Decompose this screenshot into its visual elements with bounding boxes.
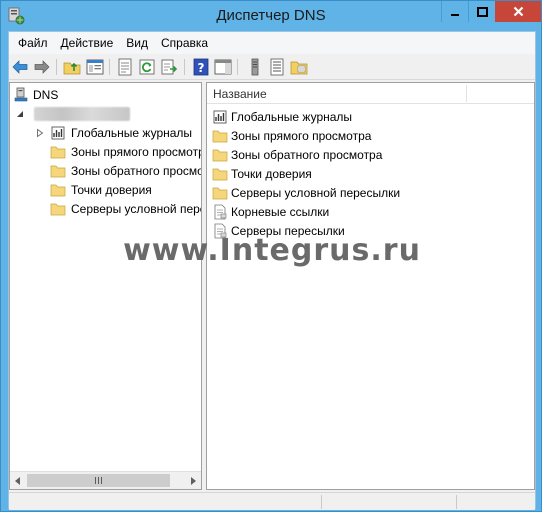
menu-bar: Файл Действие Вид Справка: [9, 32, 535, 54]
collapse-arrow-icon[interactable]: [16, 109, 24, 119]
scroll-left-arrow-icon[interactable]: [12, 475, 24, 487]
folder-icon: [212, 149, 228, 161]
scrollbar-thumb[interactable]: [27, 474, 170, 487]
tree-item-label: Зоны прямого просмотра: [71, 145, 202, 159]
event-log-icon: [51, 126, 65, 140]
folder-icon: [50, 165, 66, 178]
scroll-right-arrow-icon[interactable]: [187, 475, 199, 487]
folder-icon: [212, 187, 228, 199]
tree-item-label: Серверы условной пересылки: [71, 202, 201, 216]
folder-icon: [50, 184, 66, 197]
tree-item-label: Глобальные журналы: [71, 126, 193, 140]
tree-item-global-logs[interactable]: Глобальные журналы: [36, 124, 192, 142]
content-area: DNS Глобальные журналы Зоны прямого прос…: [9, 82, 535, 490]
forward-arrow-icon[interactable]: [33, 58, 51, 76]
properties-icon[interactable]: [116, 58, 134, 76]
help-icon[interactable]: ?: [192, 58, 210, 76]
menu-file[interactable]: Файл: [13, 32, 56, 54]
list-item-global-logs[interactable]: Глобальные журналы: [212, 107, 352, 126]
folder-icon: [212, 168, 228, 180]
folder-zones-icon[interactable]: [290, 58, 308, 76]
list-item-conditional-forwarders[interactable]: Серверы условной пересылки: [212, 183, 400, 202]
scroll-grip-icon: [95, 477, 102, 484]
list-item-label: Глобальные журналы: [231, 109, 353, 124]
redacted-host-name: [34, 107, 130, 121]
folder-icon: [212, 130, 228, 142]
close-icon: [513, 6, 523, 17]
minimize-icon: [451, 13, 459, 16]
column-header-row: Название: [207, 83, 534, 104]
toolbar-separator: [184, 59, 185, 75]
column-divider[interactable]: [466, 85, 467, 102]
up-folder-icon[interactable]: [63, 58, 81, 76]
list-item-label: Точки доверия: [231, 166, 312, 181]
horizontal-scrollbar[interactable]: [10, 471, 201, 489]
list-item-forward-zones[interactable]: Зоны прямого просмотра: [212, 126, 371, 145]
back-arrow-icon[interactable]: [11, 58, 29, 76]
menu-help[interactable]: Справка: [156, 32, 216, 54]
tree-root-dns[interactable]: DNS: [13, 86, 58, 104]
folder-icon: [50, 203, 66, 216]
list-item-label: Корневые ссылки: [231, 204, 330, 219]
dns-manager-window: Диспетчер DNS Файл Действие Вид Справка: [0, 0, 542, 512]
server-icon[interactable]: [246, 58, 264, 76]
window-client-area: Файл Действие Вид Справка ? DNS Глобальн…: [8, 31, 536, 510]
console-tree-pane[interactable]: DNS Глобальные журналы Зоны прямого прос…: [9, 82, 202, 490]
tree-item-trust-points[interactable]: Точки доверия: [50, 181, 152, 199]
refresh-icon[interactable]: [138, 58, 156, 76]
toolbar: ?: [9, 54, 535, 80]
list-item-trust-points[interactable]: Точки доверия: [212, 164, 312, 183]
toolbar-separator: [109, 59, 110, 75]
event-log-icon: [213, 110, 227, 123]
tree-item-label: Зоны обратного просмотра: [71, 164, 201, 178]
export-list-icon[interactable]: [160, 58, 178, 76]
svg-text:?: ?: [198, 61, 205, 75]
list-item-reverse-zones[interactable]: Зоны обратного просмотра: [212, 145, 382, 164]
tree-item-conditional-forwarders[interactable]: Серверы условной пересылки: [50, 200, 201, 218]
list-item-label: Серверы условной пересылки: [231, 185, 401, 200]
menu-view[interactable]: Вид: [121, 32, 156, 54]
tree-item-reverse-zones[interactable]: Зоны обратного просмотра: [50, 162, 201, 180]
dns-server-icon: [14, 87, 28, 102]
status-cell: [456, 495, 457, 509]
results-list-pane[interactable]: Название Глобальные журналы Зоны прямого…: [206, 82, 535, 490]
list-item-label: Зоны обратного просмотра: [231, 147, 383, 162]
toolbar-separator: [237, 59, 238, 75]
show-hide-tree-icon[interactable]: [86, 58, 104, 76]
status-bar: [9, 492, 535, 510]
tree-item-label: Точки доверия: [71, 183, 152, 197]
list-item-root-hints[interactable]: Корневые ссылки: [212, 202, 329, 221]
action-pane-icon[interactable]: [214, 58, 232, 76]
record-icon[interactable]: [268, 58, 286, 76]
column-header-name[interactable]: Название: [213, 87, 267, 101]
maximize-button[interactable]: [468, 1, 495, 22]
list-item-label: Зоны прямого просмотра: [231, 128, 372, 143]
menu-action[interactable]: Действие: [56, 32, 122, 54]
tree-root-label: DNS: [33, 88, 59, 102]
watermark-text: www.Integrus.ru: [123, 233, 421, 268]
title-bar[interactable]: Диспетчер DNS: [1, 1, 541, 31]
status-cell: [321, 495, 322, 509]
minimize-button[interactable]: [441, 1, 468, 22]
tree-host-node[interactable]: [16, 105, 130, 123]
window-controls: [441, 1, 541, 22]
expand-arrow-icon[interactable]: [36, 128, 44, 138]
document-properties-icon: [214, 204, 227, 219]
maximize-icon: [476, 6, 488, 17]
tree-item-forward-zones[interactable]: Зоны прямого просмотра: [50, 143, 202, 161]
folder-icon: [50, 146, 66, 159]
close-button[interactable]: [495, 1, 541, 22]
toolbar-separator: [56, 59, 57, 75]
